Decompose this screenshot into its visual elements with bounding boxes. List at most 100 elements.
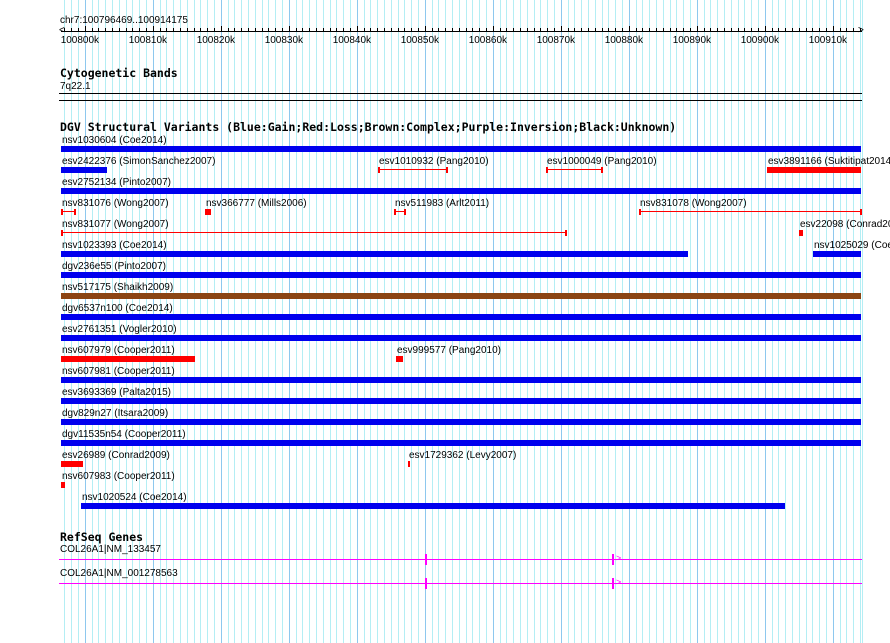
- variant-label[interactable]: dgv6537n100 (Coe2014): [62, 303, 173, 314]
- ruler-tick: [615, 28, 616, 32]
- grid-major-line: [221, 0, 222, 643]
- grid-minor-line: [506, 0, 507, 643]
- grid-minor-line: [391, 0, 392, 643]
- ruler-tick: [309, 28, 310, 32]
- ruler-tick: [676, 28, 677, 32]
- grid-minor-line: [472, 0, 473, 643]
- grid-minor-line: [336, 0, 337, 643]
- variant-label[interactable]: esv999577 (Pang2010): [397, 345, 501, 356]
- ruler-tick: [105, 28, 106, 32]
- variant-label[interactable]: nsv607981 (Cooper2011): [62, 366, 175, 377]
- variant-line[interactable]: [61, 211, 75, 212]
- gene-intron-line[interactable]: [59, 583, 862, 584]
- variant-bar[interactable]: [61, 419, 861, 425]
- variant-label[interactable]: esv2422376 (SimonSanchez2007): [62, 156, 215, 167]
- variant-label[interactable]: esv1010932 (Pang2010): [379, 156, 489, 167]
- variant-bar[interactable]: [799, 230, 803, 236]
- variant-label[interactable]: esv26989 (Conrad2009): [62, 450, 170, 461]
- ruler-tick: [153, 26, 154, 32]
- variant-label[interactable]: dgv11535n54 (Cooper2011): [62, 429, 186, 440]
- variant-label[interactable]: nsv831078 (Wong2007): [640, 198, 747, 209]
- variant-bar[interactable]: [61, 356, 195, 362]
- ruler-tick: [819, 28, 820, 32]
- variant-label[interactable]: esv1000049 (Pang2010): [547, 156, 657, 167]
- grid-minor-line: [316, 0, 317, 643]
- grid-minor-line: [466, 0, 467, 643]
- gene-label[interactable]: COL26A1|NM_133457: [60, 544, 161, 555]
- variant-bar[interactable]: [61, 314, 861, 320]
- ruler-tick: [302, 28, 303, 32]
- variant-bar[interactable]: [61, 461, 83, 467]
- variant-bar[interactable]: [61, 188, 861, 194]
- variant-line[interactable]: [378, 169, 447, 170]
- grid-minor-line: [166, 0, 167, 643]
- variant-label[interactable]: nsv366777 (Mills2006): [206, 198, 307, 209]
- variant-label[interactable]: dgv236e55 (Pinto2007): [62, 261, 166, 272]
- gene-label[interactable]: COL26A1|NM_001278563: [60, 568, 178, 579]
- variant-label[interactable]: esv2761351 (Vogler2010): [62, 324, 177, 335]
- variant-bar[interactable]: [61, 398, 861, 404]
- variant-label[interactable]: esv1729362 (Levy2007): [409, 450, 516, 461]
- grid-minor-line: [704, 0, 705, 643]
- ruler-tick: [622, 28, 623, 32]
- variant-bar[interactable]: [767, 167, 861, 173]
- grid-minor-line: [364, 0, 365, 643]
- variant-bar[interactable]: [61, 335, 861, 341]
- variant-label[interactable]: esv3891166 (Suktitipat2014): [768, 156, 890, 167]
- variant-bar[interactable]: [61, 293, 861, 299]
- grid-minor-line: [459, 0, 460, 643]
- ruler-tick: [228, 28, 229, 32]
- variant-bar[interactable]: [61, 146, 861, 152]
- variant-label[interactable]: nsv511983 (Arlt2011): [395, 198, 489, 209]
- grid-minor-line: [785, 0, 786, 643]
- variant-bar[interactable]: [61, 251, 688, 257]
- variant-bar[interactable]: [205, 209, 211, 215]
- variant-label[interactable]: esv2752134 (Pinto2007): [62, 177, 171, 188]
- variant-bar[interactable]: [61, 440, 861, 446]
- variant-line[interactable]: [61, 232, 566, 233]
- variant-label[interactable]: nsv1025029 (Coe2014): [814, 240, 890, 251]
- grid-minor-line: [194, 0, 195, 643]
- grid-minor-line: [445, 0, 446, 643]
- ruler-tick: [806, 28, 807, 32]
- variant-label[interactable]: nsv831077 (Wong2007): [62, 219, 169, 230]
- grid-minor-line: [595, 0, 596, 643]
- variant-label[interactable]: nsv1023393 (Coe2014): [62, 240, 167, 251]
- variant-bar[interactable]: [61, 272, 861, 278]
- gene-exon[interactable]: [612, 578, 614, 589]
- gene-exon[interactable]: [425, 578, 427, 589]
- gene-exon[interactable]: [425, 554, 427, 565]
- grid-minor-line: [398, 0, 399, 643]
- ruler-tick: [853, 28, 854, 32]
- grid-minor-line: [377, 0, 378, 643]
- gene-exon[interactable]: [612, 554, 614, 565]
- variant-bar[interactable]: [61, 377, 861, 383]
- ruler-tick: [98, 28, 99, 32]
- variant-bar[interactable]: [81, 503, 785, 509]
- grid-minor-line: [486, 0, 487, 643]
- variant-label[interactable]: esv22098 (Conrad2009): [800, 219, 890, 230]
- cyto-track-title: Cytogenetic Bands: [60, 66, 178, 80]
- variant-line[interactable]: [639, 211, 861, 212]
- variant-label[interactable]: nsv1020524 (Coe2014): [82, 492, 187, 503]
- ruler-tick: [792, 28, 793, 32]
- grid-major-line: [697, 0, 698, 643]
- variant-line[interactable]: [546, 169, 602, 170]
- variant-bar[interactable]: [408, 461, 410, 467]
- grid-minor-line: [527, 0, 528, 643]
- ruler-tick: [323, 28, 324, 32]
- variant-label[interactable]: nsv607983 (Cooper2011): [62, 471, 175, 482]
- variant-label[interactable]: nsv1030604 (Coe2014): [62, 135, 167, 146]
- variant-bar[interactable]: [61, 167, 107, 173]
- variant-bar[interactable]: [61, 482, 65, 488]
- ruler-tick: [248, 28, 249, 32]
- variant-label[interactable]: nsv831076 (Wong2007): [62, 198, 169, 209]
- gene-intron-line[interactable]: [59, 559, 862, 560]
- variant-bar[interactable]: [396, 356, 403, 362]
- ruler-tick: [364, 28, 365, 32]
- variant-label[interactable]: nsv517175 (Shaikh2009): [62, 282, 173, 293]
- variant-label[interactable]: nsv607979 (Cooper2011): [62, 345, 175, 356]
- variant-label[interactable]: esv3693369 (Palta2015): [62, 387, 171, 398]
- variant-bar[interactable]: [813, 251, 861, 257]
- variant-label[interactable]: dgv829n27 (Itsara2009): [62, 408, 168, 419]
